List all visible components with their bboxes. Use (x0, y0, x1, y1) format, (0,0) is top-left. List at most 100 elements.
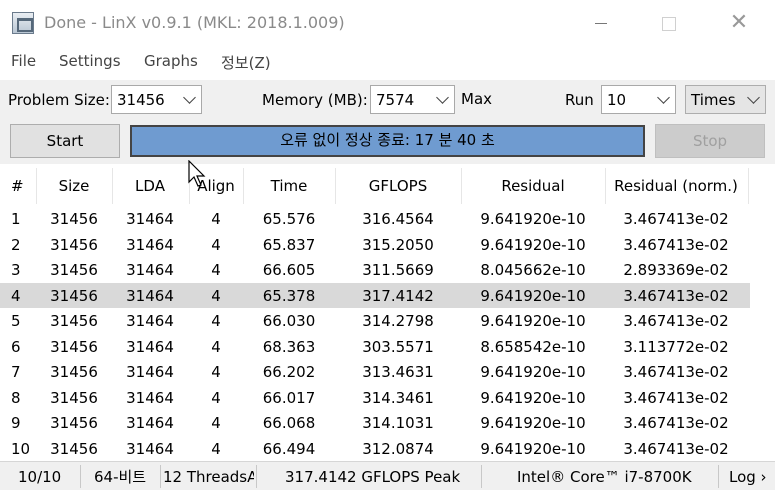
start-button[interactable]: Start (10, 124, 120, 158)
cell-time: 66.605 (262, 261, 316, 279)
cell-residual-norm: 3.113772e-02 (623, 337, 729, 356)
column-divider[interactable] (605, 168, 606, 204)
run-count-select[interactable]: 10 (601, 85, 676, 114)
col-header-residual[interactable]: Residual (501, 177, 564, 195)
cell-gflops: 317.4142 (362, 286, 434, 305)
status-divider (718, 465, 719, 488)
cell-index: 10 (11, 439, 31, 458)
table-row[interactable]: 5 31456 31464 4 66.030 314.2798 9.641920e-10 3.… (0, 308, 750, 334)
cell-lda: 31464 (126, 210, 174, 228)
cell-align: 4 (211, 414, 221, 432)
cell-index: 9 (11, 414, 21, 432)
memory-value: 7574 (376, 91, 415, 109)
cell-time: 66.030 (262, 312, 316, 330)
cell-align: 4 (211, 286, 221, 305)
cell-residual-norm: 3.467413e-02 (623, 439, 729, 458)
problem-size-select[interactable]: 31456 (111, 85, 202, 114)
close-icon: ✕ (729, 10, 749, 35)
menu-settings[interactable]: Settings (59, 52, 121, 70)
cell-residual-norm: 3.467413e-02 (623, 210, 729, 228)
menu-file[interactable]: File (11, 52, 36, 70)
cell-gflops: 303.5571 (362, 337, 434, 356)
cell-align: 4 (211, 363, 221, 381)
cell-size: 31456 (50, 235, 98, 254)
cell-index: 7 (11, 363, 21, 381)
table-row[interactable]: 4 31456 31464 4 65.378 317.4142 9.641920e-10 3.… (0, 282, 750, 308)
status-divider (160, 465, 161, 488)
cell-index: 5 (11, 312, 21, 330)
minimize-icon (595, 23, 607, 24)
table-scrollbar[interactable] (750, 168, 775, 460)
table-row[interactable]: 8 31456 31464 4 66.017 314.3461 9.641920e-10 3.… (0, 385, 750, 411)
table-row[interactable]: 10 31456 31464 4 66.494 312.0874 9.641920e-10 3… (0, 436, 750, 461)
cell-time: 65.576 (262, 210, 316, 228)
menu-graphs[interactable]: Graphs (144, 52, 198, 70)
col-header-time[interactable]: Time (271, 177, 308, 195)
cell-gflops: 316.4564 (362, 210, 434, 228)
maximize-button[interactable] (646, 0, 692, 46)
table-row[interactable]: 9 31456 31464 4 66.068 314.1031 9.641920e-10 3.… (0, 410, 750, 436)
run-label: Run (565, 91, 594, 109)
column-divider[interactable] (748, 168, 749, 204)
status-bits: 64-비트 (94, 468, 147, 486)
cell-align: 4 (211, 312, 221, 330)
cell-time: 66.068 (262, 414, 316, 432)
table-row[interactable]: 2 31456 31464 4 65.837 315.2050 9.641920e-10 3.… (0, 232, 750, 258)
cell-gflops: 315.2050 (362, 235, 434, 254)
cell-size: 31456 (50, 414, 98, 432)
column-divider[interactable] (461, 168, 462, 204)
cell-lda: 31464 (126, 439, 174, 458)
cell-lda: 31464 (126, 235, 174, 254)
cell-align: 4 (211, 261, 221, 279)
cell-residual: 9.641920e-10 (480, 414, 586, 432)
col-header-gflops[interactable]: GFLOPS (369, 177, 427, 195)
cell-residual: 9.641920e-10 (480, 363, 586, 381)
menu-bar: File Settings Graphs 정보(Z) (0, 46, 775, 76)
cell-residual: 8.045662e-10 (480, 261, 586, 279)
cell-lda: 31464 (126, 286, 174, 305)
col-header-index[interactable]: # (11, 177, 24, 195)
col-header-size[interactable]: Size (59, 177, 90, 195)
cell-size: 31456 (50, 439, 98, 458)
table-row[interactable]: 3 31456 31464 4 66.605 311.5669 8.045662e-10 2.… (0, 257, 750, 283)
cell-residual-norm: 3.467413e-02 (623, 363, 729, 381)
cell-residual: 9.641920e-10 (480, 312, 586, 330)
mouse-cursor-icon (188, 160, 206, 187)
max-label[interactable]: Max (461, 90, 492, 108)
log-button[interactable]: Log › (729, 468, 767, 486)
memory-select[interactable]: 7574 (370, 85, 455, 114)
run-unit-select[interactable]: Times (685, 85, 766, 114)
problem-size-value: 31456 (117, 91, 165, 109)
col-header-residual-norm[interactable]: Residual (norm.) (614, 177, 738, 195)
results-table: # Size LDA Align Time GFLOPS Residual Re… (0, 168, 775, 460)
status-cpu: Intel® Core™ i7-8700K (517, 468, 692, 486)
column-divider[interactable] (335, 168, 336, 204)
table-row[interactable]: 6 31456 31464 4 68.363 303.5571 8.658542e-10 3.… (0, 334, 750, 360)
col-header-lda[interactable]: LDA (135, 177, 165, 195)
cell-time: 65.378 (262, 286, 316, 305)
close-button[interactable]: ✕ (716, 0, 762, 46)
column-divider[interactable] (112, 168, 113, 204)
cell-gflops: 312.0874 (362, 439, 434, 458)
cell-size: 31456 (50, 286, 98, 305)
cell-index: 1 (11, 210, 21, 228)
cell-size: 31456 (50, 363, 98, 381)
column-divider[interactable] (243, 168, 244, 204)
cell-residual-norm: 3.467413e-02 (623, 388, 729, 407)
table-row[interactable]: 7 31456 31464 4 66.202 313.4631 9.641920e-10 3.… (0, 359, 750, 385)
cell-residual: 9.641920e-10 (480, 439, 586, 458)
cell-gflops: 314.3461 (362, 388, 434, 407)
status-divider (80, 465, 81, 488)
menu-info[interactable]: 정보(Z) (221, 52, 271, 73)
column-divider[interactable] (36, 168, 37, 204)
table-row[interactable]: 1 31456 31464 4 65.576 316.4564 9.641920e-10 3.… (0, 206, 750, 232)
cell-time: 66.017 (262, 388, 316, 407)
cell-residual: 9.641920e-10 (480, 286, 586, 305)
cell-time: 66.202 (262, 363, 316, 381)
cell-time: 68.363 (262, 337, 316, 356)
controls-panel: Problem Size: 31456 Memory (MB): 7574 Ma… (0, 80, 775, 164)
cell-index: 8 (11, 388, 21, 407)
minimize-button[interactable] (578, 0, 624, 46)
progress-bar: 오류 없이 정상 종료: 17 분 40 초 (130, 125, 645, 157)
window-title: Done - LinX v0.9.1 (MKL: 2018.1.009) (44, 13, 345, 32)
